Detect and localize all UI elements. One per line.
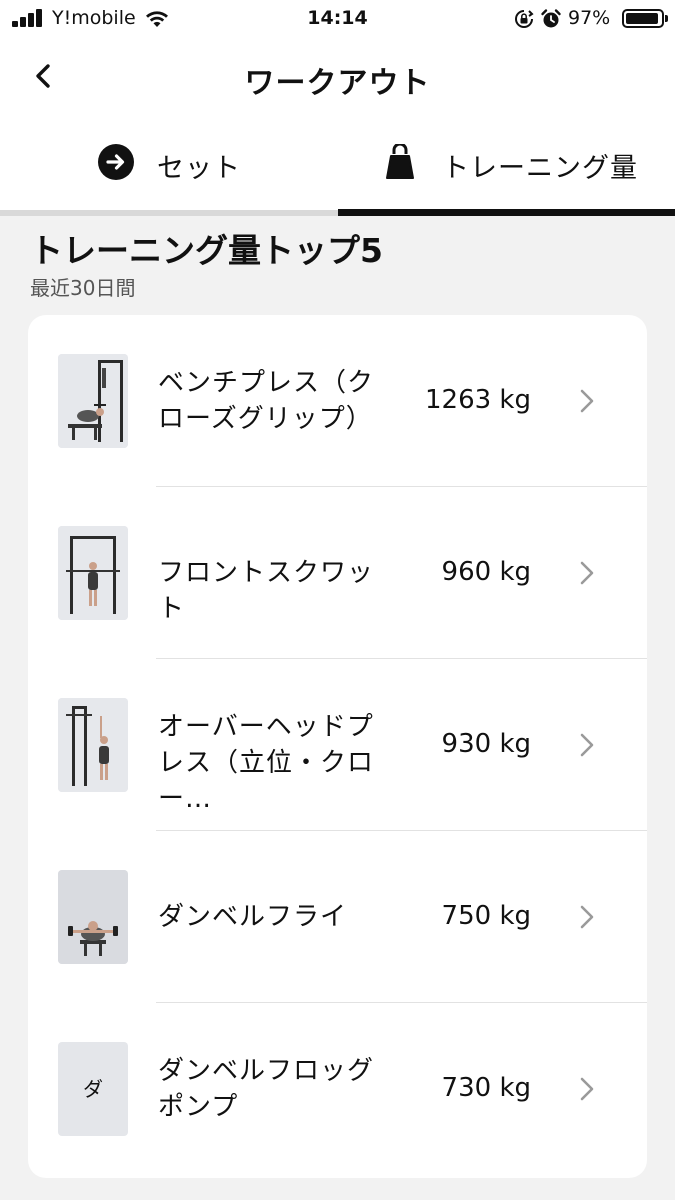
tab-sets[interactable]: セット: [0, 128, 337, 208]
section-subtitle: 最近30日間: [30, 276, 136, 300]
dumbbell-fly-image: [58, 870, 128, 964]
header-area: Y!mobile 14:14 97% ワークアウト セット トレーニング量: [0, 0, 675, 216]
exercise-name: ダンベルフロッグポンプ: [158, 1056, 375, 1122]
placeholder-initial: ダ: [83, 1077, 103, 1101]
tab-training-volume-label: トレーニング量: [442, 153, 638, 184]
exercise-volume: 730 kg: [441, 1073, 531, 1103]
exercise-name: フロントスクワット: [158, 558, 375, 624]
chevron-right-icon: [580, 1077, 594, 1101]
tab-indicator: [338, 209, 675, 216]
exercise-volume: 750 kg: [441, 901, 531, 931]
top-exercises-card: ベンチプレス（クローズグリップ） 1263 kg フロントスクワット 960 k…: [28, 315, 647, 1178]
exercise-volume: 1263 kg: [425, 385, 531, 415]
chevron-right-icon: [580, 561, 594, 585]
tab-training-volume[interactable]: トレーニング量: [338, 128, 675, 208]
exercise-name: ダンベルフライ: [158, 902, 348, 932]
kettlebell-icon: [386, 144, 414, 179]
list-item[interactable]: オーバーヘッドプレス（立位・クロー… 930 kg: [28, 659, 647, 831]
chevron-right-icon: [580, 905, 594, 929]
list-item[interactable]: フロントスクワット 960 kg: [28, 487, 647, 659]
list-item[interactable]: ダ ダンベルフロッグポンプ 730 kg: [28, 1003, 647, 1175]
page-title: ワークアウト: [244, 66, 431, 101]
status-bar: Y!mobile 14:14 97%: [0, 0, 675, 38]
arrow-right-circle-icon: [98, 144, 134, 180]
section-title: トレーニング量トップ5: [30, 231, 383, 270]
orientation-lock-icon: [515, 10, 534, 28]
exercise-name: オーバーヘッドプレス（立位・クロー…: [158, 712, 375, 814]
battery-percent: 97%: [568, 7, 611, 29]
exercise-name: ベンチプレス（クローズグリップ）: [158, 368, 375, 434]
alarm-icon: [541, 9, 561, 28]
overhead-press-image: [58, 698, 128, 792]
exercise-volume: 930 kg: [441, 729, 531, 759]
bench-press-image: [58, 354, 128, 448]
front-squat-image: [58, 526, 128, 620]
exercise-placeholder-thumb: ダ: [58, 1042, 128, 1136]
tab-sets-label: セット: [157, 153, 241, 184]
exercise-volume: 960 kg: [441, 557, 531, 587]
chevron-right-icon: [580, 389, 594, 413]
list-item[interactable]: ベンチプレス（クローズグリップ） 1263 kg: [28, 315, 647, 487]
chevron-right-icon: [580, 733, 594, 757]
battery-icon: [622, 9, 668, 28]
list-item[interactable]: ダンベルフライ 750 kg: [28, 831, 647, 1003]
